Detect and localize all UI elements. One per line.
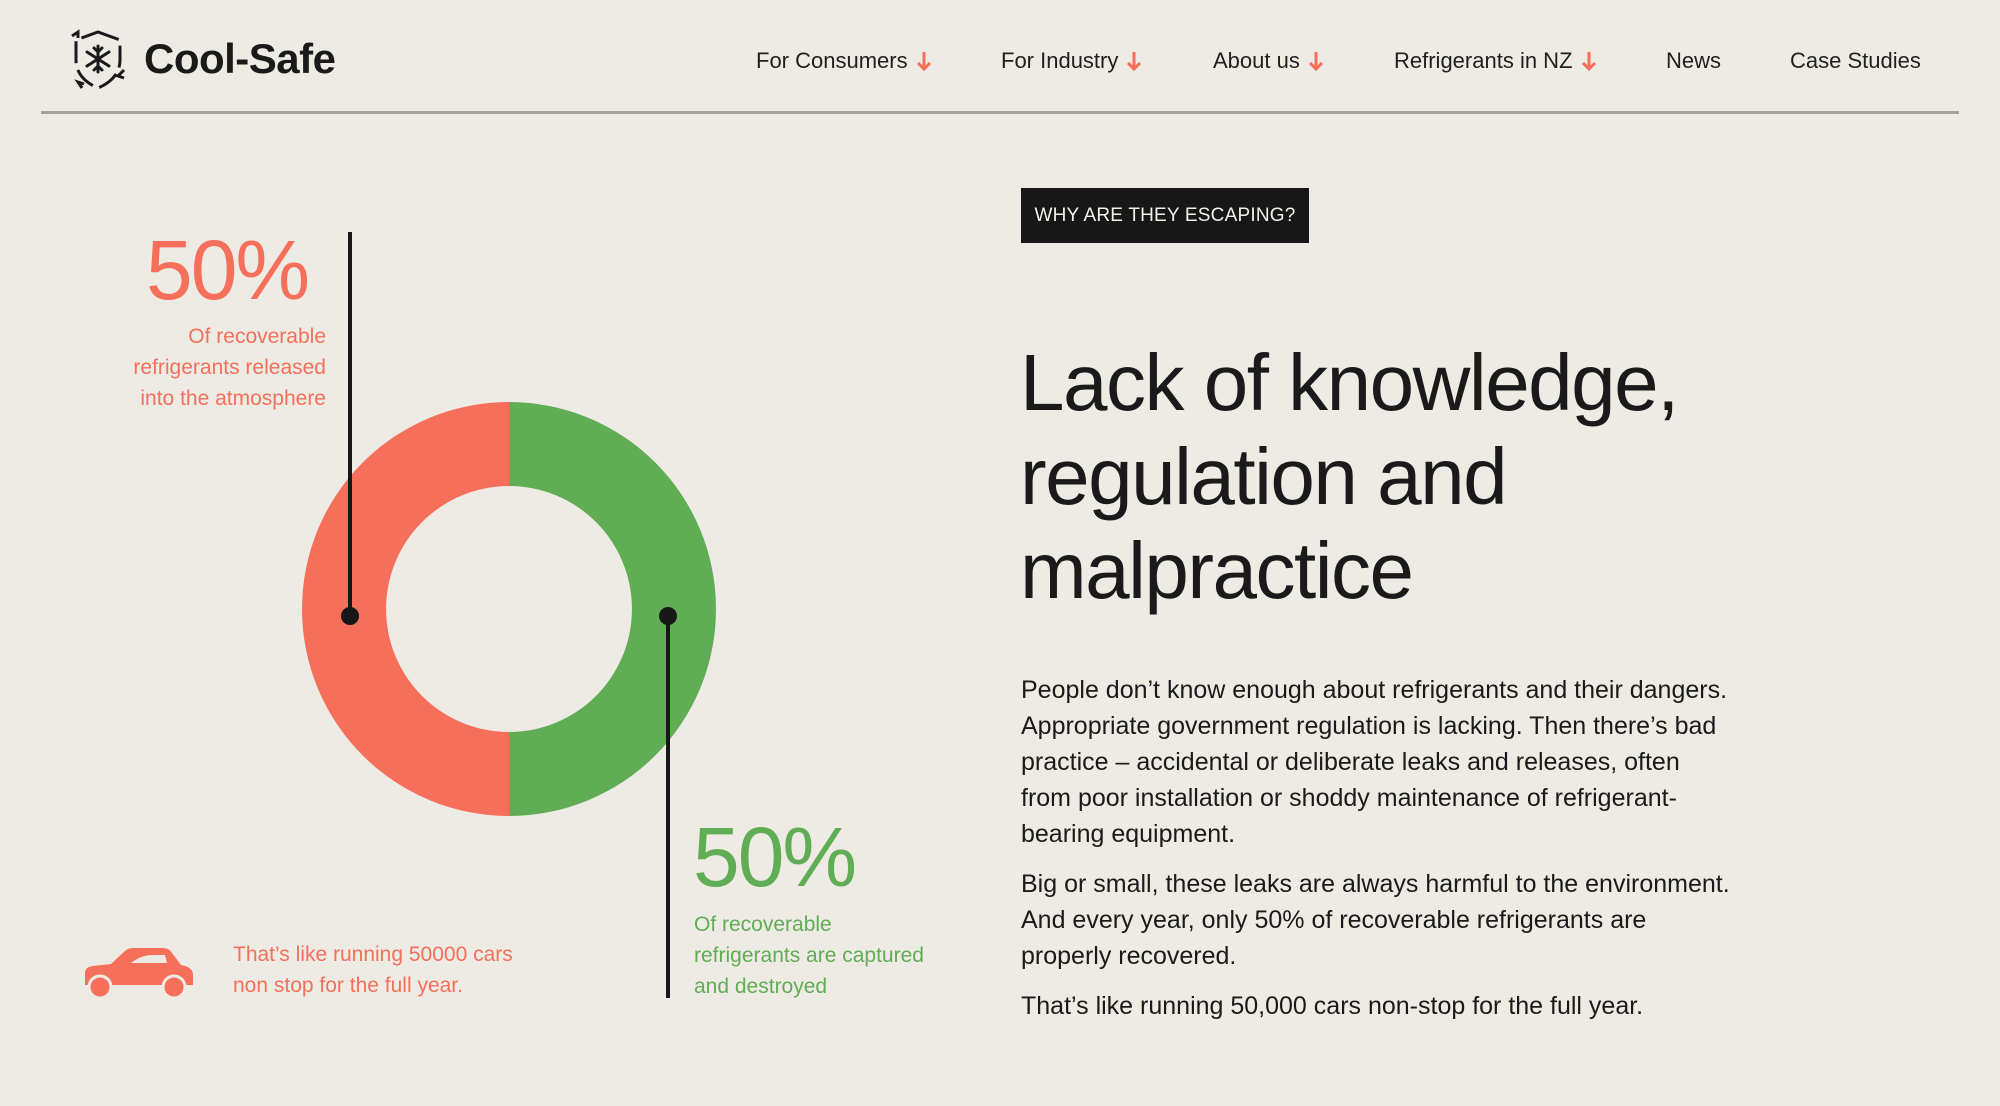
caption-line: refrigerants are captured: [694, 944, 924, 967]
text-line: bearing equipment.: [1021, 820, 1236, 848]
text-line: from poor installation or shoddy mainten…: [1021, 784, 1677, 812]
title-line: malpractice: [1020, 526, 1414, 615]
arrow-down-icon: [1308, 52, 1323, 72]
caption-line: refrigerants released: [133, 356, 326, 379]
text-line: practice – accidental or deliberate leak…: [1021, 748, 1680, 776]
text-line: Big or small, these leaks are always har…: [1021, 870, 1730, 898]
arrow-down-icon: [1127, 52, 1142, 72]
released-percent: 50%: [146, 223, 310, 317]
nav-about-us[interactable]: About us: [1213, 44, 1324, 78]
caption-line: Of recoverable: [188, 325, 326, 348]
nav-label: Case Studies: [1790, 48, 1921, 73]
nav-news[interactable]: News: [1666, 44, 1721, 78]
leader-dot-captured: [659, 607, 677, 625]
caption-line: and destroyed: [694, 975, 828, 998]
paragraph-cars: That’s like running 50,000 cars non-stop…: [1021, 992, 1644, 1020]
nav-label: About us: [1213, 48, 1300, 73]
leader-dot-released: [341, 607, 359, 625]
slice-released: [302, 402, 509, 816]
arrow-down-icon: [1581, 52, 1596, 72]
title-line: regulation and: [1020, 432, 1508, 521]
text-line: People don’t know enough about refrigera…: [1021, 676, 1728, 704]
released-caption: Of recoverable refrigerants released int…: [86, 321, 326, 414]
caption-line: into the atmosphere: [140, 387, 326, 410]
text-line: And every year, only 50% of recoverable …: [1021, 906, 1647, 934]
slice-captured: [509, 402, 716, 816]
section-tag: WHY ARE THEY ESCAPING?: [1021, 188, 1309, 243]
nav-case-studies[interactable]: Case Studies: [1790, 44, 1921, 78]
page-title: Lack of knowledge, regulation and malpra…: [1020, 336, 1920, 618]
captured-percent: 50%: [693, 810, 857, 904]
car-icon: [85, 948, 193, 1000]
caption-line: Of recoverable: [694, 913, 832, 936]
title-line: Lack of knowledge,: [1020, 338, 1679, 427]
paragraph-problem: People don’t know enough about refrigera…: [1021, 672, 1821, 852]
text-line: Appropriate government regulation is lac…: [1021, 712, 1717, 740]
nav-label: Refrigerants in NZ: [1394, 48, 1573, 73]
car-comparison-note: That’s like running 50000 cars non stop …: [233, 939, 573, 1001]
paragraph-leaks: Big or small, these leaks are always har…: [1021, 866, 1821, 974]
nav-refrigerants-in-nz[interactable]: Refrigerants in NZ: [1394, 44, 1597, 78]
nav-label: News: [1666, 48, 1722, 73]
note-line: That’s like running 50000 cars: [233, 943, 513, 966]
note-line: non stop for the full year.: [233, 974, 463, 997]
text-line: properly recovered.: [1021, 942, 1237, 970]
nav-for-industry[interactable]: For Industry: [1001, 44, 1142, 78]
captured-caption: Of recoverable refrigerants are captured…: [694, 909, 964, 1002]
nav-label: For Industry: [1001, 48, 1119, 73]
